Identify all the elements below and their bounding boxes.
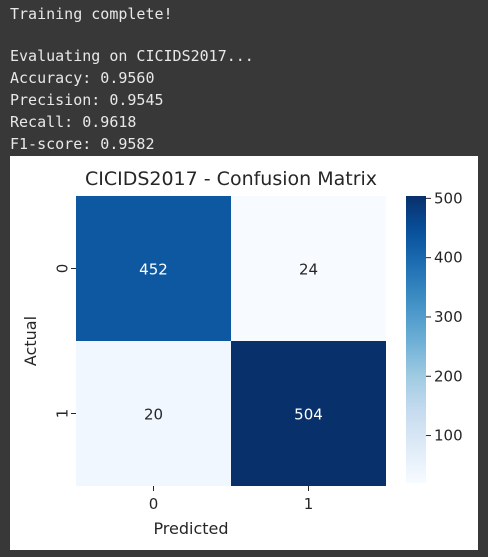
y-axis-label: Actual [21, 316, 40, 366]
x-axis-label: Predicted [153, 519, 228, 538]
colorbar-tick-label: 100 [434, 427, 463, 445]
console-line-training-complete: Training complete! [10, 5, 173, 23]
cell-value-label: 24 [299, 261, 318, 279]
colorbar-tick-label: 300 [434, 308, 463, 326]
confusion-matrix-chart: CICIDS2017 - Confusion Matrix Predicted … [21, 168, 463, 538]
console-line-precision: Precision: 0.9545 [10, 91, 164, 109]
console-line-evaluating: Evaluating on CICIDS2017... [10, 47, 254, 65]
colorbar [406, 196, 426, 483]
cell-value-label: 504 [294, 406, 323, 424]
console-line-accuracy: Accuracy: 0.9560 [10, 69, 155, 87]
y-tick-label: 0 [54, 264, 72, 274]
y-tick-label: 1 [54, 409, 72, 419]
console-line-f1-score: F1-score: 0.9582 [10, 135, 155, 153]
console-line-recall: Recall: 0.9618 [10, 113, 137, 131]
colorbar-tick-label: 500 [434, 189, 463, 207]
colorbar-tick-label: 400 [434, 249, 463, 267]
confusion-matrix-figure: CICIDS2017 - Confusion Matrix Predicted … [10, 156, 478, 550]
notebook-output-cell: Training complete! Evaluating on CICIDS2… [0, 0, 488, 557]
x-tick-label: 0 [149, 495, 159, 513]
chart-title: CICIDS2017 - Confusion Matrix [85, 168, 377, 190]
cell-value-label: 20 [144, 406, 163, 424]
cell-value-label: 452 [139, 261, 168, 279]
x-tick-label: 1 [304, 495, 314, 513]
colorbar-tick-label: 200 [434, 367, 463, 385]
